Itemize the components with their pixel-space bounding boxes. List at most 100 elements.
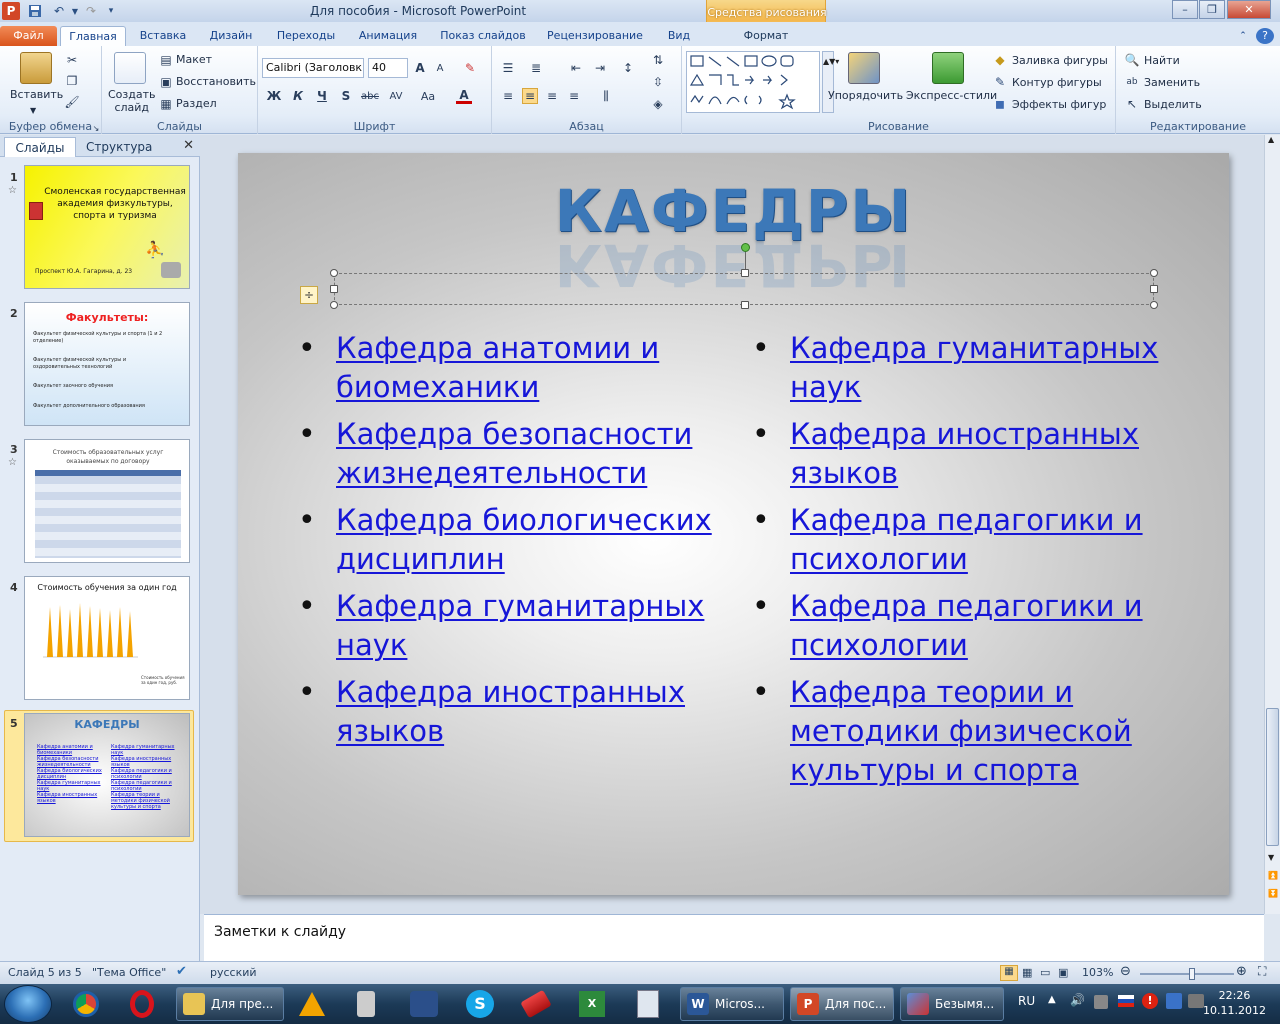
character-spacing-button[interactable]: AV	[388, 88, 404, 104]
slide-thumbnail-3[interactable]: Стоимость образовательных услуг оказывае…	[24, 439, 190, 563]
tab-home[interactable]: Главная	[60, 26, 126, 46]
tab-slideshow[interactable]: Показ слайдов	[434, 26, 532, 46]
shapes-more-button[interactable]: ▲▼▾	[822, 51, 839, 113]
department-link[interactable]: Кафедра биологических дисциплин	[336, 503, 712, 576]
department-link[interactable]: Кафедра гуманитарных наук	[336, 589, 704, 662]
opera-icon[interactable]	[120, 988, 164, 1020]
zoom-slider[interactable]	[1140, 968, 1234, 980]
slide-thumbnail-2[interactable]: Факультеты: Факультет физической культур…	[24, 302, 190, 426]
scroll-down-icon[interactable]: ▼	[1268, 853, 1274, 862]
department-link[interactable]: Кафедра гуманитарных наук	[790, 331, 1158, 404]
aimp-icon[interactable]	[290, 988, 334, 1020]
arrange-button[interactable]: Упорядочить	[828, 89, 903, 102]
copy-icon[interactable]: ❐	[64, 73, 80, 89]
russian-flag-icon[interactable]	[1118, 995, 1134, 1007]
tray-app-icon[interactable]	[1166, 993, 1182, 1009]
alert-icon[interactable]: !	[1142, 993, 1158, 1009]
previous-slide-icon[interactable]: ⏫	[1268, 871, 1278, 880]
save-icon[interactable]	[26, 2, 44, 20]
numbering-icon[interactable]: ≣	[528, 60, 544, 76]
kmplayer-icon[interactable]	[402, 988, 446, 1020]
slide-sorter-icon[interactable]: ▦	[1022, 966, 1032, 979]
format-painter-icon[interactable]: 🖌	[64, 94, 80, 110]
columns-icon[interactable]: ⫼	[598, 88, 614, 104]
minimize-button[interactable]: –	[1172, 0, 1198, 19]
input-language[interactable]: RU	[1018, 994, 1035, 1008]
select-button[interactable]: Выделить	[1144, 98, 1202, 111]
tab-outline[interactable]: Структура	[80, 137, 158, 157]
tab-file[interactable]: Файл	[0, 26, 57, 46]
zoom-slider-knob[interactable]	[1188, 968, 1195, 980]
shrink-font-icon[interactable]: A	[432, 60, 448, 76]
department-link[interactable]: Кафедра анатомии и биомеханики	[336, 331, 659, 404]
taskbar-paint[interactable]: Безымя...	[900, 987, 1004, 1021]
shapes-gallery[interactable]	[686, 51, 820, 113]
bullets-icon[interactable]: ☰	[500, 60, 516, 76]
notes-placeholder[interactable]: Заметки к слайду	[214, 924, 346, 940]
quick-styles-icon[interactable]	[932, 52, 964, 84]
slide-title[interactable]: КАФЕДРЫ	[238, 177, 1229, 245]
clear-formatting-icon[interactable]: ✎	[462, 60, 478, 76]
redo-icon[interactable]: ↷	[82, 2, 100, 20]
paste-button[interactable]: Вставить	[10, 88, 63, 101]
slideshow-icon[interactable]: ▣	[1058, 966, 1068, 979]
section-button[interactable]: Раздел	[176, 97, 217, 110]
find-button[interactable]: Найти	[1144, 54, 1180, 67]
current-slide[interactable]: КАФЕДРЫ КАФЕДРЫ ÷ Кафедра анатомии и био…	[238, 153, 1229, 895]
shape-outline-button[interactable]: Контур фигуры	[1012, 76, 1102, 89]
close-pane-icon[interactable]: ✕	[183, 138, 194, 153]
strikethrough-button[interactable]: abc	[361, 88, 379, 104]
scroll-up-icon[interactable]: ▲	[1268, 135, 1274, 144]
clock[interactable]: 22:26 10.11.2012	[1203, 988, 1266, 1018]
replace-button[interactable]: Заменить	[1144, 76, 1200, 89]
department-link[interactable]: Кафедра педагогики и психологии	[790, 589, 1143, 662]
decrease-indent-icon[interactable]: ⇤	[568, 60, 584, 76]
language-indicator[interactable]: русский	[210, 966, 257, 979]
shape-effects-button[interactable]: Эффекты фигур	[1012, 98, 1106, 111]
powerpoint-icon[interactable]: P	[2, 2, 20, 20]
notes-pane[interactable]: Заметки к слайду	[204, 914, 1264, 961]
resize-handle[interactable]	[1150, 301, 1158, 309]
skype-icon[interactable]: S	[458, 988, 502, 1020]
font-family-select[interactable]: Calibri (Заголовк	[262, 58, 364, 78]
tab-transitions[interactable]: Переходы	[270, 26, 342, 46]
bold-button[interactable]: Ж	[266, 88, 282, 104]
theme-name[interactable]: "Тема Office"	[92, 966, 166, 979]
increase-indent-icon[interactable]: ⇥	[592, 60, 608, 76]
align-text-icon[interactable]: ⇳	[650, 74, 666, 90]
network-icon[interactable]	[1094, 995, 1108, 1009]
department-link[interactable]: Кафедра безопасности жизнедеятельности	[336, 417, 692, 490]
fit-to-window-icon[interactable]: ⛶	[1258, 964, 1266, 979]
new-slide-icon[interactable]	[114, 52, 146, 84]
calculator-icon[interactable]	[626, 988, 670, 1020]
tab-slides[interactable]: Слайды	[4, 137, 76, 157]
restore-button[interactable]: ❐	[1199, 0, 1225, 19]
smartart-icon[interactable]: ◈	[650, 96, 666, 112]
taskbar-word[interactable]: W Micros...	[680, 987, 784, 1021]
resize-handle[interactable]	[1150, 285, 1158, 293]
grow-font-icon[interactable]: A	[412, 60, 428, 76]
align-right-icon[interactable]: ≡	[544, 88, 560, 104]
shadow-button[interactable]: S	[338, 88, 354, 104]
paste-icon[interactable]	[20, 52, 52, 84]
department-link[interactable]: Кафедра иностранных языков	[790, 417, 1139, 490]
normal-view-icon[interactable]: ▦	[1000, 965, 1018, 981]
customize-qat-icon[interactable]: ▾	[102, 2, 120, 20]
tab-format[interactable]: Формат	[706, 26, 826, 46]
tab-view[interactable]: Вид	[660, 26, 698, 46]
volume-icon[interactable]: 🔊	[1070, 993, 1085, 1007]
text-direction-icon[interactable]: ⇅	[650, 52, 666, 68]
close-button[interactable]: ✕	[1227, 0, 1271, 19]
resize-handle[interactable]	[741, 269, 749, 277]
line-spacing-icon[interactable]: ↕	[620, 60, 636, 76]
scrollbar-thumb[interactable]	[1266, 708, 1279, 846]
resize-handle[interactable]	[330, 269, 338, 277]
justify-icon[interactable]: ≡	[566, 88, 582, 104]
tab-insert[interactable]: Вставка	[134, 26, 192, 46]
rotate-handle[interactable]	[741, 243, 750, 252]
resize-handle[interactable]	[741, 301, 749, 309]
chrome-icon[interactable]	[64, 988, 108, 1020]
spellcheck-icon[interactable]: ✔	[176, 964, 187, 979]
font-color-button[interactable]: A	[456, 88, 472, 104]
arrange-icon[interactable]	[848, 52, 880, 84]
